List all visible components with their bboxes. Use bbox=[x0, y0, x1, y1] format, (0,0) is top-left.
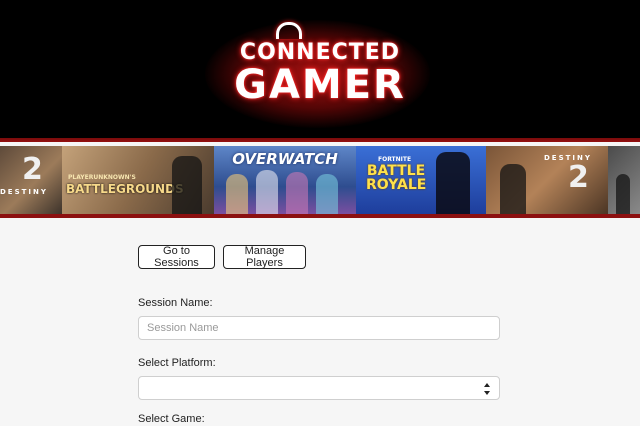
platform-select[interactable] bbox=[138, 376, 500, 400]
banner-accent-bar bbox=[0, 214, 640, 218]
header-accent-bar bbox=[0, 138, 640, 142]
hero-figure bbox=[316, 174, 338, 214]
fortnite-character-figure bbox=[436, 152, 470, 214]
session-name-input[interactable] bbox=[138, 316, 500, 340]
fortnite-subtitle: FORTNITE bbox=[378, 156, 412, 163]
banner-tile-extra bbox=[608, 146, 640, 214]
hero-figure bbox=[226, 174, 248, 214]
pubg-title: BATTLEGROUNDS bbox=[66, 182, 184, 196]
banner-tile-pubg: PLAYERUNKNOWN'S BATTLEGROUNDS bbox=[62, 146, 214, 214]
session-name-label: Session Name: bbox=[138, 297, 213, 309]
destiny-soldier-figure bbox=[500, 164, 526, 214]
hero-figure bbox=[286, 172, 308, 214]
games-banner: 2 DESTINY PLAYERUNKNOWN'S BATTLEGROUNDS … bbox=[0, 146, 640, 214]
hero-figure bbox=[256, 170, 278, 214]
go-to-sessions-button[interactable]: Go to Sessions bbox=[138, 245, 215, 269]
pubg-subtitle: PLAYERUNKNOWN'S bbox=[68, 174, 136, 181]
headset-icon bbox=[276, 22, 302, 39]
destiny-numeral: 2 bbox=[22, 152, 43, 187]
pubg-soldier-figure bbox=[172, 156, 202, 214]
select-arrows-icon bbox=[484, 383, 490, 395]
banner-tile-fortnite: FORTNITE BATTLE ROYALE bbox=[356, 146, 486, 214]
site-header: CONNECTED GAMER bbox=[0, 0, 640, 142]
character-figure bbox=[616, 174, 630, 214]
overwatch-title: OVERWATCH bbox=[232, 150, 338, 168]
select-game-label: Select Game: bbox=[138, 413, 205, 425]
banner-tile-overwatch: OVERWATCH bbox=[214, 146, 356, 214]
select-platform-label: Select Platform: bbox=[138, 357, 216, 369]
destiny-numeral: 2 bbox=[568, 160, 589, 195]
banner-tile-destiny-2-right: DESTINY 2 bbox=[486, 146, 608, 214]
logo-text-gamer: GAMER bbox=[234, 62, 406, 108]
fortnite-title: BATTLE ROYALE bbox=[366, 163, 427, 193]
manage-players-button[interactable]: Manage Players bbox=[223, 245, 306, 269]
banner-tile-destiny-2-left: 2 DESTINY bbox=[0, 146, 62, 214]
destiny-brand: DESTINY bbox=[0, 188, 48, 196]
